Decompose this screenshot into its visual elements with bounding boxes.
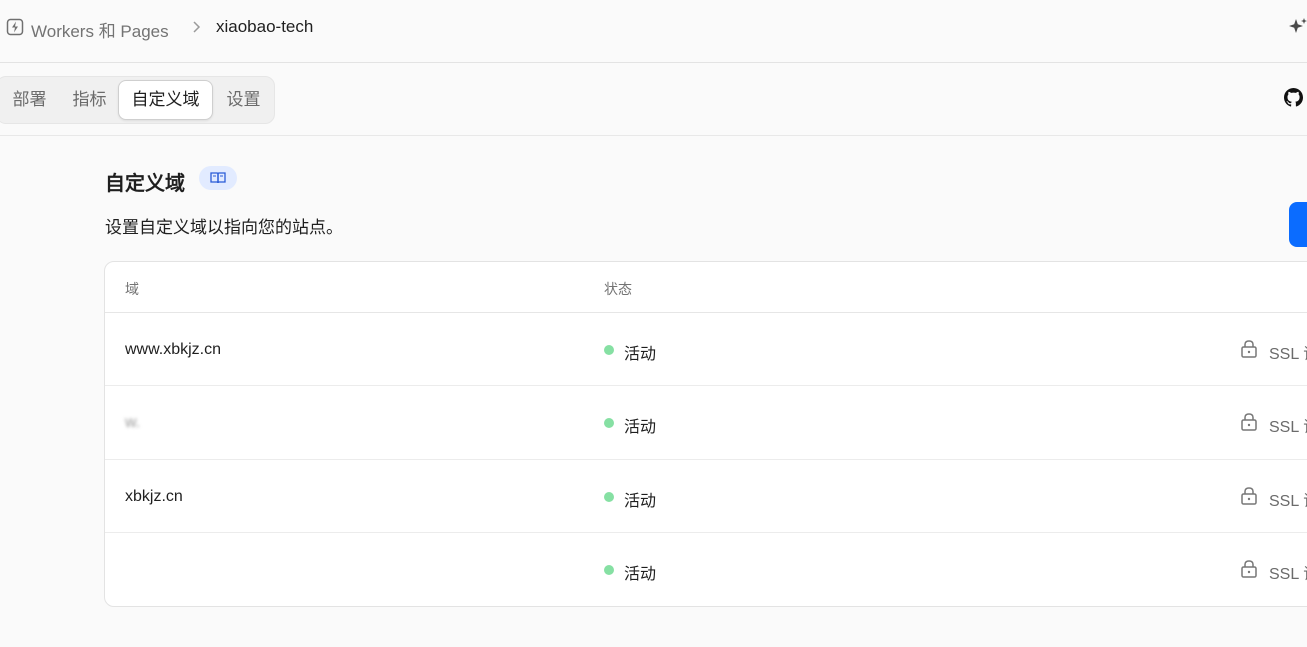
status-dot — [604, 565, 614, 575]
page-title: 自定义域 — [105, 173, 185, 195]
ssl-certificate-status: SSL 证 — [1269, 346, 1307, 363]
breadcrumb-current: xiaobao-tech — [216, 17, 314, 36]
lock-icon — [1241, 560, 1257, 578]
tab-metrics[interactable]: 指标 — [67, 80, 112, 120]
ssl-certificate-status: SSL 证 — [1269, 566, 1307, 583]
status-dot — [604, 418, 614, 428]
domains-table: 域 状态 www.xbkjz.cn 活动 SSL 证 w. 活动 SSL 证 x… — [104, 261, 1307, 607]
table-row[interactable]: www.xbkjz.cn 活动 SSL 证 — [105, 313, 1307, 386]
ssl-certificate-status: SSL 证 — [1269, 493, 1307, 510]
status-text: 活动 — [624, 346, 657, 363]
tab-group: 部署 指标 自定义域 设置 — [0, 76, 275, 124]
chevron-right-icon — [193, 21, 201, 33]
status-text: 活动 — [624, 566, 657, 583]
book-open-icon — [210, 172, 226, 184]
lock-icon — [1241, 340, 1257, 358]
lock-icon — [1241, 413, 1257, 431]
status-dot — [604, 492, 614, 502]
table-row[interactable]: 活动 SSL 证 — [105, 533, 1307, 606]
tab-deployments[interactable]: 部署 — [7, 80, 52, 120]
domain-name[interactable]: www.xbkjz.cn — [125, 341, 221, 359]
page-subtitle: 设置自定义域以指向您的站点。 — [105, 218, 343, 237]
table-header: 域 状态 — [105, 262, 1307, 313]
tab-bar: 部署 指标 自定义域 设置 — [0, 64, 1307, 136]
workers-bolt-icon — [6, 18, 24, 36]
ssl-certificate-status: SSL 证 — [1269, 419, 1307, 436]
sparkle-icon[interactable] — [1287, 16, 1307, 38]
status-text: 活动 — [624, 493, 657, 510]
breadcrumb-root-link[interactable]: Workers 和 Pages — [31, 17, 169, 42]
domain-name[interactable]: w. — [125, 414, 140, 432]
docs-link[interactable] — [199, 166, 237, 190]
column-header-domain: 域 — [125, 281, 139, 297]
github-icon[interactable] — [1284, 88, 1303, 107]
top-bar: Workers 和 Pages xiaobao-tech — [0, 0, 1307, 63]
add-custom-domain-button[interactable] — [1289, 202, 1307, 247]
table-row[interactable]: xbkjz.cn 活动 SSL 证 — [105, 460, 1307, 533]
status-dot — [604, 345, 614, 355]
status-text: 活动 — [624, 419, 657, 436]
domain-name[interactable]: xbkjz.cn — [125, 488, 183, 506]
table-row[interactable]: w. 活动 SSL 证 — [105, 386, 1307, 460]
column-header-status: 状态 — [604, 281, 632, 297]
lock-icon — [1241, 487, 1257, 505]
tab-settings[interactable]: 设置 — [221, 80, 266, 120]
tab-custom-domains[interactable]: 自定义域 — [118, 80, 213, 120]
